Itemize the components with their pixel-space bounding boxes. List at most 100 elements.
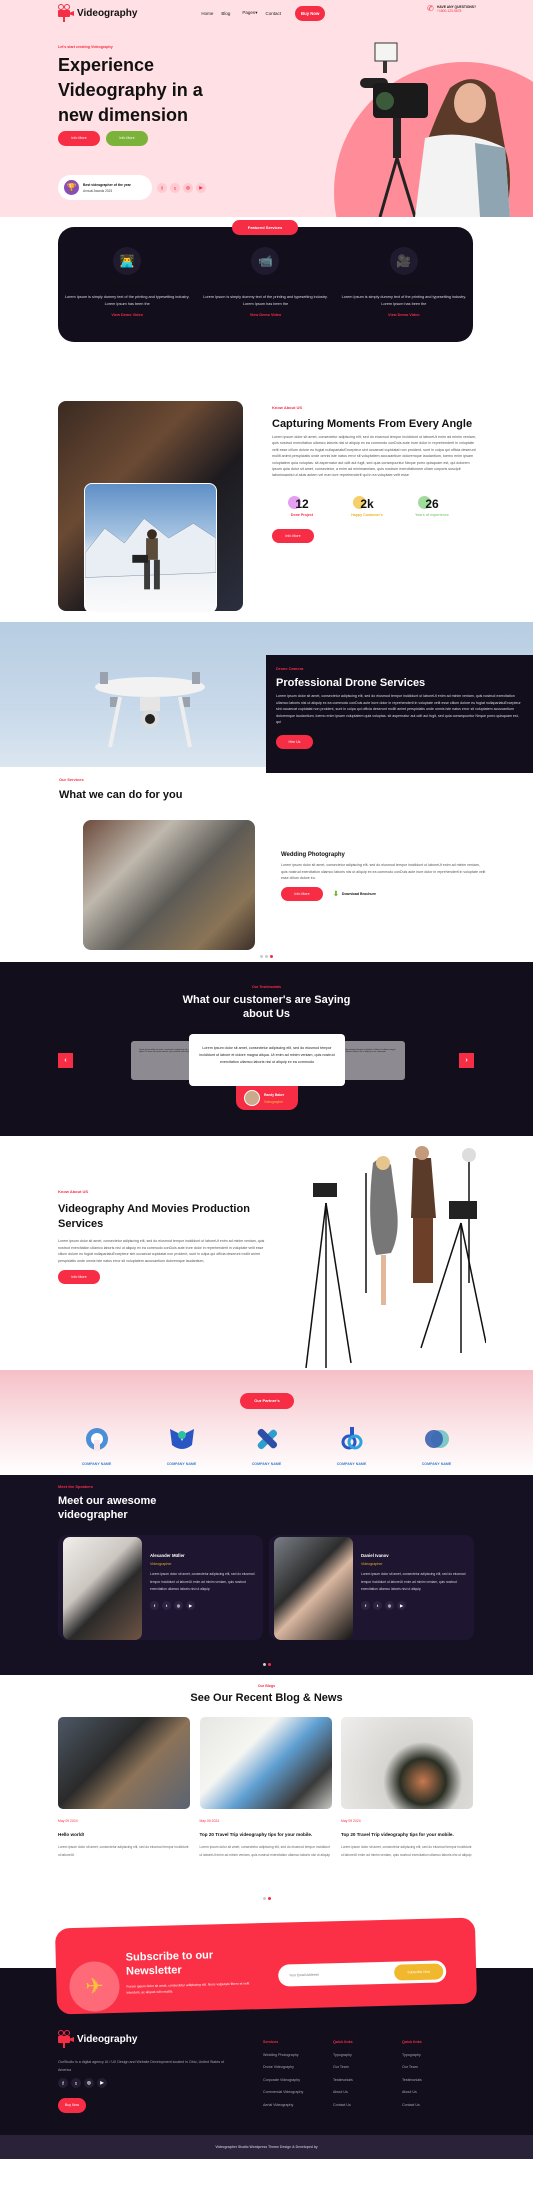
youtube-icon[interactable]: ▶ [196,183,206,193]
partners-pill: Our Partner's [240,1393,294,1409]
nav-home[interactable]: Home [201,11,213,16]
footer-column-title: Quick links [402,2040,422,2044]
team-member-card: Daniel Ivanov Videographer Lorem ipsum d… [269,1535,474,1640]
member-social-links: f t ◎ ▶ [150,1600,260,1610]
brand-logo[interactable]: Videography [58,4,137,22]
blog-post-title[interactable]: Top 20 Travel Trip videography tips for … [200,1831,332,1840]
newsletter-form: Subscribe Now [277,1960,447,1987]
footer-link[interactable]: Wedding Photography [263,2053,303,2057]
footer-link[interactable]: Typography [333,2053,353,2057]
partner-logo[interactable]: COMPANY NAME [247,1427,287,1466]
hero-social-links: f t ◎ ▶ [157,183,206,193]
footer-link[interactable]: Testimonials [333,2078,353,2082]
about-info-more-button[interactable]: Info More [272,528,314,543]
partner-logo[interactable]: COMPANY NAME [77,1427,117,1466]
partner-logo[interactable]: COMPANY NAME [417,1427,457,1466]
youtube-icon[interactable]: ▶ [97,2078,107,2088]
footer-link[interactable]: Aerial Videography [263,2103,303,2107]
footer-link[interactable]: Testimonials [402,2078,422,2082]
email-input[interactable] [289,1971,380,1978]
blog-list: May 09 2024 Hello world! Lorem ipsum dol… [58,1717,473,1859]
footer-link[interactable]: Drone Videography [263,2065,303,2069]
footer-link[interactable]: Contact Us [333,2103,353,2107]
subscribe-button[interactable]: Subscribe Now [394,1963,444,1981]
next-arrow-button[interactable]: › [459,1053,474,1068]
hero-title: Experience Videography in a new dimensio… [58,55,203,125]
testimonial-card-active: Lorem ipsum dolor sit amet, consectetur … [189,1034,345,1086]
production-info-more-button[interactable]: Info More [58,1270,100,1285]
footer-link[interactable]: Commercial Videography [263,2090,303,2094]
instagram-icon[interactable]: ◎ [385,1600,394,1610]
footer-logo[interactable]: Videography [58,2030,137,2048]
member-desc: Lorem ipsum dolor sit amet, consectetur … [150,1572,255,1591]
drone-info-panel: Drone Camera Professional Drone Services… [266,655,533,773]
partner-circles-icon [424,1430,449,1448]
drone-illustration [95,672,205,748]
footer-link[interactable]: About Us [333,2090,353,2094]
partner-name: COMPANY NAME [81,1462,112,1466]
view-demo-link[interactable]: View Demo Video [200,313,330,317]
instagram-icon[interactable]: ◎ [183,183,193,193]
carousel-dot[interactable] [262,1663,266,1666]
twitter-icon[interactable]: t [71,2078,81,2088]
author-role: Videographer [264,1099,284,1104]
hire-us-button[interactable]: Hire Us [276,734,313,749]
production-body: Lorem ipsum dolor sit amet, consectetur … [58,1239,265,1263]
blog-card[interactable]: May 09 2024 Top 20 Travel Trip videograp… [199,1717,332,1859]
instagram-icon[interactable]: ◎ [84,2078,94,2088]
partner-logo[interactable]: COMPANY NAME [162,1427,202,1466]
stat-years-experience: 26 Years of experience [402,495,462,517]
facebook-icon[interactable]: f [150,1600,159,1610]
blog-date: May 09 2024 [341,1819,361,1823]
footer-link[interactable]: Our Team [333,2065,353,2069]
service-info-more-button[interactable]: Info More [281,886,323,901]
blog-card[interactable]: May 09 2024 Top 20 Travel Trip videograp… [341,1717,473,1859]
nav-blog[interactable]: Blog [221,11,230,16]
carousel-dot[interactable] [262,1897,266,1900]
youtube-icon[interactable]: ▶ [397,1600,406,1610]
drone-kicker: Drone Camera [276,666,304,671]
blog-kicker: Our Blogs [257,1684,276,1688]
blog-post-title[interactable]: Hello world! [58,1831,190,1840]
youtube-icon[interactable]: ▶ [186,1600,195,1610]
partners-section: Our Partner's COMPANY NAME COMPANY NAME … [0,1370,533,1475]
footer-link[interactable]: Typography [402,2053,422,2057]
blog-date: May 09 2024 [199,1819,220,1823]
carousel-dot-active[interactable] [270,955,273,958]
nav-contact[interactable]: Contact [265,11,281,16]
download-brochure-link[interactable]: ⬇ Download Brochure [333,890,376,898]
blog-image [341,1717,473,1809]
instagram-icon[interactable]: ◎ [174,1600,183,1610]
blog-card[interactable]: May 09 2024 Hello world! Lorem ipsum dol… [58,1717,190,1859]
footer-link[interactable]: About Us [402,2090,422,2094]
partner-logo[interactable]: COMPANY NAME [332,1427,372,1466]
footer-link[interactable]: Contact Us [402,2103,422,2107]
facebook-icon[interactable]: f [361,1600,370,1610]
hero-info-more-button[interactable]: Info More [58,131,100,146]
stats-row: 12 Done Project 2k Happy Customer's 26 Y… [272,495,462,517]
blog-post-title[interactable]: Top 20 Travel Trip videography tips for … [341,1831,473,1840]
facebook-icon[interactable]: f [157,183,167,193]
footer-link[interactable]: Our Team [402,2065,422,2069]
featured-services-section: 👨‍💻 Video Projects Lorem Ipsum is simply… [0,217,533,395]
buy-now-button[interactable]: Buy Now [294,5,326,21]
facebook-icon[interactable]: f [58,2078,68,2088]
carousel-dot[interactable] [265,955,268,958]
footer-link[interactable]: Corporate Videography [263,2078,303,2082]
services-title: What we can do for you [59,789,183,801]
prev-arrow-button[interactable]: ‹ [58,1053,73,1068]
footer-buy-now-button[interactable]: Buy Now [58,2098,86,2113]
services-section: Our Services What we can do for you Wedd… [59,777,485,958]
hero-info-more-secondary-button[interactable]: Info More [106,131,148,146]
phone-number[interactable]: +1800-123-5678 [437,9,476,13]
carousel-dot-active[interactable] [267,1663,271,1666]
carousel-dot-active[interactable] [267,1897,271,1900]
carousel-dot[interactable] [260,955,263,958]
view-demo-link[interactable]: View Demo Video [339,313,469,317]
twitter-icon[interactable]: t [162,1600,171,1610]
view-demo-link[interactable]: View Demo Video [62,313,192,317]
stat-done-projects: 12 Done Project [272,495,332,517]
twitter-icon[interactable]: t [170,183,180,193]
nav-pages[interactable]: Pages▾ [242,10,257,16]
twitter-icon[interactable]: t [373,1600,382,1610]
